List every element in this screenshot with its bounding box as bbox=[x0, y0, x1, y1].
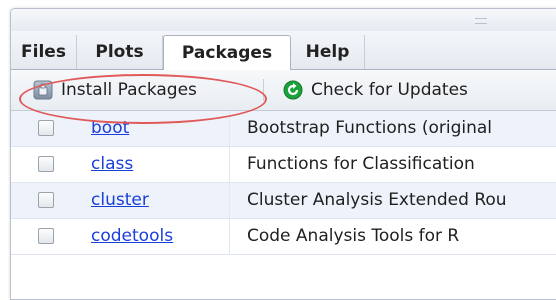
table-row: boot Bootstrap Functions (original bbox=[11, 111, 556, 147]
package-list: boot Bootstrap Functions (original class… bbox=[11, 111, 556, 255]
install-packages-label: Install Packages bbox=[61, 80, 197, 100]
package-checkbox[interactable] bbox=[38, 228, 54, 244]
check-for-updates-label: Check for Updates bbox=[311, 80, 468, 100]
column-divider bbox=[229, 111, 230, 146]
package-checkbox[interactable] bbox=[38, 156, 54, 172]
column-divider bbox=[229, 219, 230, 254]
pane-title-bar[interactable] bbox=[11, 9, 556, 31]
tab-plots[interactable]: Plots bbox=[77, 35, 163, 69]
package-description: Bootstrap Functions (original bbox=[247, 118, 492, 138]
column-divider bbox=[229, 147, 230, 182]
install-packages-button[interactable]: Install Packages bbox=[33, 75, 197, 105]
table-row: cluster Cluster Analysis Extended Rou bbox=[11, 183, 556, 219]
package-name-link[interactable]: class bbox=[91, 154, 133, 174]
package-checkbox[interactable] bbox=[38, 120, 54, 136]
resize-grip-icon[interactable] bbox=[475, 18, 487, 24]
column-divider bbox=[229, 183, 230, 218]
check-updates-icon bbox=[283, 80, 303, 100]
tab-packages[interactable]: Packages bbox=[163, 35, 291, 70]
packages-toolbar: Install Packages Check for Updates bbox=[11, 70, 556, 111]
toolbar-separator bbox=[263, 79, 264, 101]
tab-bar: Files Plots Packages Help bbox=[11, 31, 556, 70]
package-name-link[interactable]: codetools bbox=[91, 226, 173, 246]
install-packages-icon bbox=[33, 80, 53, 100]
tab-help[interactable]: Help bbox=[291, 35, 365, 69]
package-description: Functions for Classification bbox=[247, 154, 475, 174]
table-row: codetools Code Analysis Tools for R bbox=[11, 219, 556, 255]
check-for-updates-button[interactable]: Check for Updates bbox=[283, 75, 468, 105]
tab-files[interactable]: Files bbox=[11, 35, 77, 69]
package-checkbox[interactable] bbox=[38, 192, 54, 208]
table-row: class Functions for Classification bbox=[11, 147, 556, 183]
package-name-link[interactable]: cluster bbox=[91, 190, 149, 210]
package-name-link[interactable]: boot bbox=[91, 118, 129, 138]
package-description: Cluster Analysis Extended Rou bbox=[247, 190, 507, 210]
package-description: Code Analysis Tools for R bbox=[247, 226, 460, 246]
packages-pane: Files Plots Packages Help Install Packag… bbox=[10, 8, 556, 300]
